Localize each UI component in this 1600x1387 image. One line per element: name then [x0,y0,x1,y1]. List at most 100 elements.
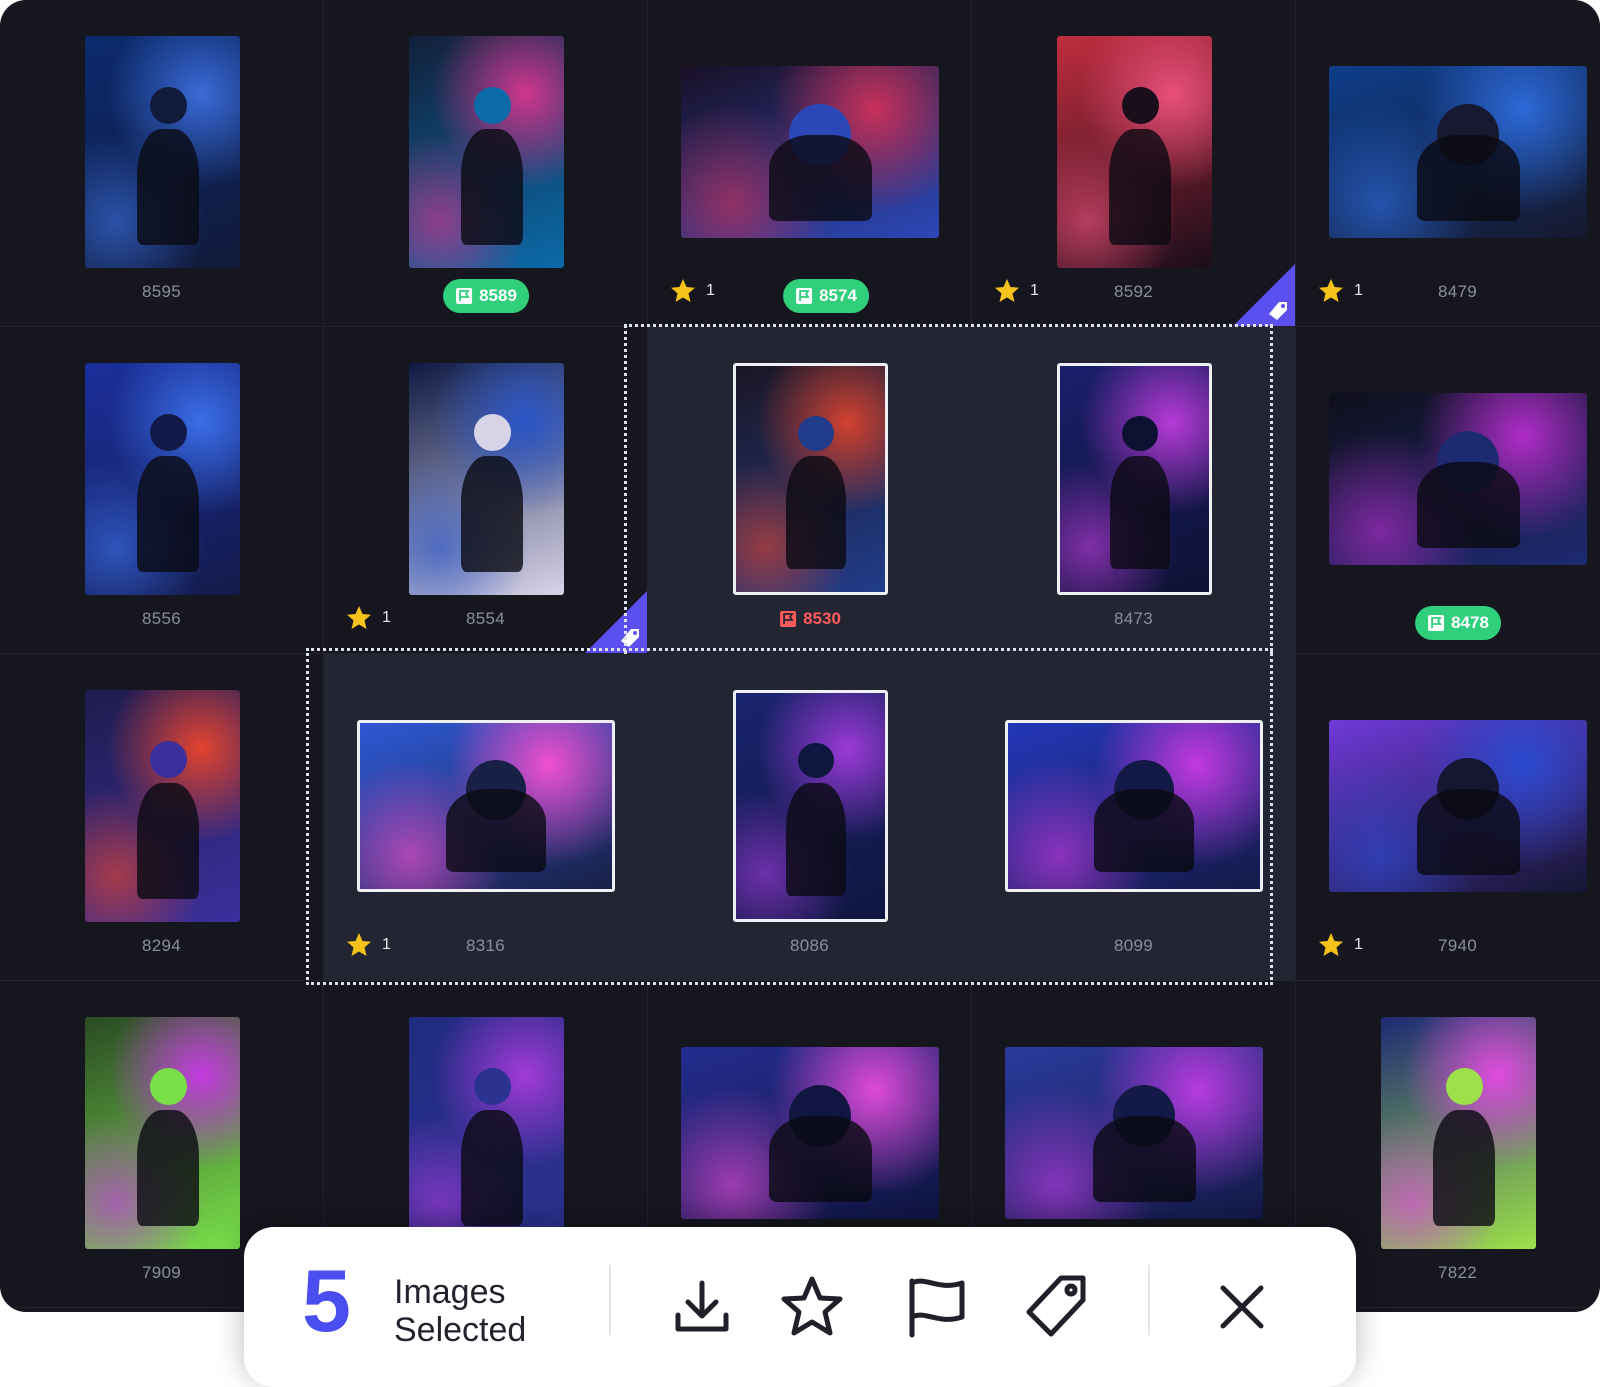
photo-thumbnail[interactable] [408,1017,564,1249]
subject-body [137,455,200,572]
photo-subject [681,1047,939,1219]
photo-thumbnail[interactable] [1056,36,1212,268]
grid-cell[interactable]: 8556 [0,327,324,654]
star-rating[interactable]: 1 [994,278,1039,304]
tag-icon [1026,1275,1086,1337]
flag-rejected-badge[interactable]: 8530 [779,609,841,629]
photo-subject [360,723,612,889]
subject-head [149,741,187,779]
grid-cell[interactable]: 8592 1 [972,0,1296,327]
download-icon [675,1280,729,1332]
photo-subject [736,693,885,919]
rating-value: 1 [1030,282,1039,299]
photo-thumbnail[interactable] [84,1017,240,1249]
photo-subject [409,1017,564,1249]
star-icon [781,1276,843,1336]
grid-cell[interactable]: 8479 1 [1296,0,1600,327]
photo-id: 8556 [141,609,182,628]
star-rating[interactable]: 1 [346,932,391,958]
tag-button[interactable] [1020,1271,1092,1343]
photo-thumbnail[interactable] [681,66,939,238]
photo-subject [1005,1047,1263,1219]
photo-thumbnail[interactable] [1005,720,1263,892]
photo-thumbnail[interactable] [84,363,240,595]
star-icon [1319,933,1343,956]
photo-id: 8589 [479,286,517,305]
rate-star-button[interactable] [776,1271,848,1343]
photo-subject [1057,36,1212,268]
subject-head [798,415,834,452]
clear-selection-button[interactable] [1206,1271,1278,1343]
photo-id: 8595 [141,282,182,301]
photo-thumbnail[interactable] [1329,66,1587,238]
star-rating[interactable]: 1 [1318,278,1363,304]
subject-body [1109,128,1172,245]
grid-cell[interactable]: 8589 [324,0,648,327]
photo-id: 8294 [141,936,182,955]
grid-cell[interactable]: 8316 1 [324,654,648,981]
photo-thumbnail[interactable] [681,1047,939,1219]
photo-thumbnail[interactable] [1329,720,1587,892]
star-rating[interactable]: 1 [346,605,391,631]
photo-id: 8478 [1451,613,1489,632]
grid-cell[interactable]: 8099 [972,654,1296,981]
flag-button[interactable] [900,1271,972,1343]
grid-cell[interactable]: 8554 1 [324,327,648,654]
grid-cell[interactable]: 8530 [648,327,972,654]
flag-icon [456,288,473,304]
subject-head [149,1068,187,1106]
download-button[interactable] [666,1271,738,1343]
subject-body [1433,1109,1496,1226]
image-grid-board: 8595 8589 8574 1 8592 1 8479 1 8556 8554 1 8… [0,0,1600,1312]
photo-thumbnail[interactable] [408,36,564,268]
star-rating[interactable]: 1 [670,278,715,304]
photo-thumbnail[interactable] [84,690,240,922]
photo-subject [1329,66,1587,238]
rating-value: 1 [1354,936,1363,953]
subject-body [445,789,547,873]
grid-cell[interactable]: 8294 [0,654,324,981]
selected-label-line1: Images [394,1273,506,1311]
selection-action-bar: 5 Images Selected [244,1227,1356,1387]
grid-cell[interactable]: 8473 [972,327,1296,654]
photo-subject [736,366,885,592]
grid-cell[interactable]: 8574 1 [648,0,972,327]
subject-body [461,455,524,572]
star-icon [347,933,371,956]
subject-head [798,742,834,779]
selected-label-line2: Selected [394,1311,527,1349]
subject-body [786,783,846,897]
flag-badge[interactable]: 8574 [783,279,869,313]
photo-thumbnail[interactable] [408,363,564,595]
subject-body [137,128,200,245]
grid-cell[interactable]: 7940 1 [1296,654,1600,981]
photo-thumbnail[interactable] [1005,1047,1263,1219]
photo-thumbnail[interactable] [732,690,888,922]
subject-body [1110,456,1170,570]
subject-head [1122,415,1158,452]
subject-head [473,1068,511,1106]
subject-body [137,1109,200,1226]
flag-icon [796,288,813,304]
grid-cell[interactable]: 8478 [1296,327,1600,654]
star-rating[interactable]: 1 [1318,932,1363,958]
flag-badge[interactable]: 8589 [443,279,529,313]
photo-thumbnail[interactable] [84,36,240,268]
flag-badge[interactable]: 8478 [1415,606,1501,640]
photo-thumbnail[interactable] [732,363,888,595]
photo-thumbnail[interactable] [1056,363,1212,595]
tag-corner[interactable] [585,591,647,653]
tag-icon [1233,264,1295,326]
star-icon [347,606,371,629]
subject-body [137,782,200,899]
tag-corner[interactable] [1233,264,1295,326]
photo-thumbnail[interactable] [1380,1017,1536,1249]
photo-subject [85,690,240,922]
grid-cell[interactable]: 8086 [648,654,972,981]
photo-thumbnail[interactable] [1329,393,1587,565]
subject-head [149,414,187,452]
photo-subject [1329,393,1587,565]
photo-id: 8099 [1113,936,1154,955]
photo-thumbnail[interactable] [357,720,615,892]
grid-cell[interactable]: 8595 [0,0,324,327]
